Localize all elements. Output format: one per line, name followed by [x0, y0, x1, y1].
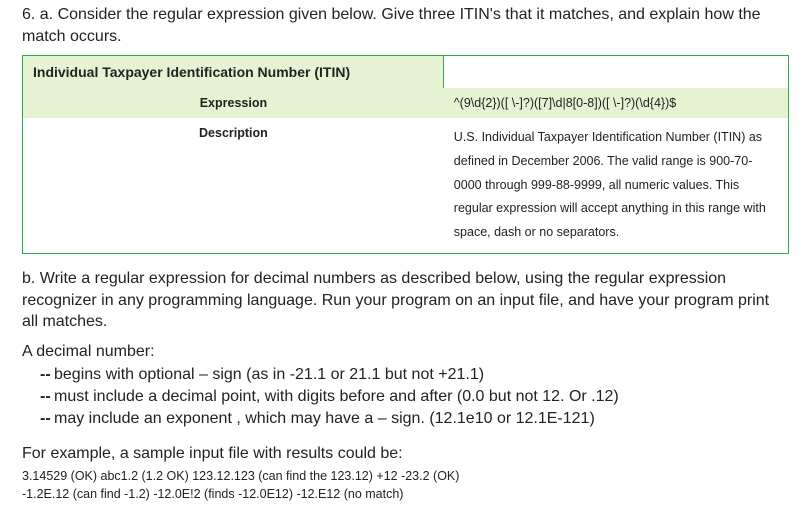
- expression-label: Expression: [23, 88, 444, 118]
- table-title-row: Individual Taxpayer Identification Numbe…: [23, 56, 789, 89]
- part-a-prompt: 6. a. Consider the regular expression gi…: [22, 4, 789, 47]
- example-line-2: -1.2E.12 (can find -1.2) -12.0E!2 (finds…: [22, 485, 789, 504]
- table-row-description: Description U.S. Individual Taxpayer Ide…: [23, 118, 789, 253]
- decimal-lead: A decimal number:: [22, 341, 789, 363]
- example-line-1: 3.14529 (OK) abc1.2 (1.2 OK) 123.12.123 …: [22, 467, 789, 486]
- dash-icon: --: [40, 408, 54, 430]
- description-label: Description: [23, 118, 444, 253]
- list-item: --begins with optional – sign (as in -21…: [22, 364, 789, 386]
- bullet-text: begins with optional – sign (as in -21.1…: [54, 366, 484, 383]
- example-lead: For example, a sample input file with re…: [22, 443, 789, 465]
- table-title-empty: [444, 56, 789, 89]
- bullet-text: may include an exponent , which may have…: [54, 410, 595, 427]
- page: 6. a. Consider the regular expression gi…: [0, 0, 811, 514]
- list-item: --may include an exponent , which may ha…: [22, 408, 789, 430]
- itin-table: Individual Taxpayer Identification Numbe…: [22, 55, 789, 254]
- table-row-expression: Expression ^(9\d{2})([ \-]?)([7]\d|8[0-8…: [23, 88, 789, 118]
- bullet-text: must include a decimal point, with digit…: [54, 388, 619, 405]
- dash-icon: --: [40, 386, 54, 408]
- list-item: --must include a decimal point, with dig…: [22, 386, 789, 408]
- description-value: U.S. Individual Taxpayer Identification …: [444, 118, 789, 253]
- bullet-list: --begins with optional – sign (as in -21…: [22, 364, 789, 429]
- table-title: Individual Taxpayer Identification Numbe…: [23, 56, 444, 89]
- expression-value: ^(9\d{2})([ \-]?)([7]\d|8[0-8])([ \-]?)(…: [444, 88, 789, 118]
- dash-icon: --: [40, 364, 54, 386]
- part-b-prompt: b. Write a regular expression for decima…: [22, 268, 789, 333]
